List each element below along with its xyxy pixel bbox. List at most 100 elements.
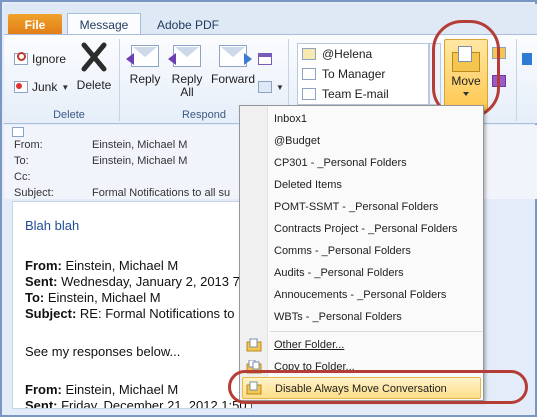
cc-label: Cc: (14, 171, 31, 183)
menu-folder-cp301[interactable]: CP301 - _Personal Folders (274, 152, 407, 174)
quoted-message-2: From: Einstein, Michael M Sent: Friday, … (25, 382, 252, 409)
quick-step-label: Team E-mail (322, 87, 389, 101)
move-label: Move (451, 74, 481, 88)
delete-button[interactable]: Delete (74, 41, 114, 92)
cc-row: Cc: (14, 171, 244, 186)
quoted-from-value: Einstein, Michael M (61, 258, 179, 273)
move-folder-icon (452, 46, 480, 72)
menu-disable-always-move-conversation[interactable]: Disable Always Move Conversation (242, 377, 481, 399)
quick-steps-gallery: @Helena To Manager Team E-mail (297, 43, 429, 105)
chevron-down-icon: ▼ (61, 82, 70, 92)
message-body[interactable]: Blah blah From: Einstein, Michael M Sent… (12, 201, 252, 409)
quick-step-helena[interactable]: @Helena (298, 44, 428, 64)
quick-step-label: To Manager (322, 67, 386, 81)
tab-file[interactable]: File (8, 14, 62, 36)
body-greeting: Blah blah (25, 218, 80, 233)
chevron-down-icon: ▼ (276, 82, 284, 92)
menu-folder-pomt-ssmt[interactable]: POMT-SSMT - _Personal Folders (274, 196, 438, 218)
onenote-icon (492, 75, 506, 87)
delete-group-label: Delete (53, 109, 85, 121)
quoted-subject-label: Subject: (25, 306, 77, 321)
menu-folder-audits[interactable]: Audits - _Personal Folders (274, 262, 404, 284)
forward-label: Forward (210, 72, 255, 86)
reply-all-button[interactable]: Reply All (168, 41, 206, 99)
subject-value: Formal Notifications to all su (92, 187, 231, 199)
to-row: To: Einstein, Michael M (14, 155, 244, 170)
forward-icon (219, 45, 252, 67)
reply-all-label-2: All (180, 85, 194, 99)
ribbon-separator (516, 39, 517, 121)
disable-always-move-label: Disable Always Move Conversation (275, 383, 447, 395)
outlook-message-window: File Message Adobe PDF Ignore Junk ▼ Del… (0, 0, 537, 417)
tags-button[interactable] (522, 49, 532, 69)
quoted-from-value: Einstein, Michael M (61, 382, 179, 397)
quoted-sent-value: Wednesday, January 2, 2013 7 (57, 274, 240, 289)
from-value[interactable]: Einstein, Michael M (92, 139, 187, 151)
forward-arrow-icon (302, 68, 316, 80)
to-label: To: (14, 155, 29, 167)
menu-folder-inbox1[interactable]: Inbox1 (274, 108, 307, 130)
tab-adobe-pdf[interactable]: Adobe PDF (152, 14, 224, 36)
rules-button[interactable] (492, 43, 506, 63)
responses-text: See my responses below... (25, 344, 181, 359)
forward-button[interactable]: Forward (209, 41, 257, 86)
quoted-to-label: To: (25, 290, 45, 305)
reply-label: Reply (129, 72, 161, 86)
junk-icon (14, 81, 28, 93)
from-label: From: (14, 139, 43, 151)
move-button[interactable]: Move (444, 39, 488, 113)
ribbon-tab-strip: File Message Adobe PDF (4, 4, 537, 37)
more-respond-button[interactable]: ▼ (258, 77, 284, 97)
other-folder-icon (246, 338, 262, 352)
menu-copy-to-folder[interactable]: Copy to Folder... (274, 356, 355, 378)
menu-folder-contracts-project[interactable]: Contracts Project - _Personal Folders (274, 218, 457, 240)
quoted-message-1: From: Einstein, Michael M Sent: Wednesda… (25, 258, 240, 322)
quick-step-icon (302, 48, 316, 60)
quick-step-team-email[interactable]: Team E-mail (298, 84, 428, 104)
quoted-subject-value: RE: Formal Notifications to (76, 306, 235, 321)
delete-x-icon (78, 41, 110, 73)
quoted-sent-value: Friday, December 21, 2012 1:50 PM (57, 398, 252, 409)
flag-icon (522, 53, 532, 65)
quoted-from-label: From: (25, 258, 62, 273)
subject-label: Subject: (14, 187, 54, 199)
subject-row: Subject: Formal Notifications to all su (14, 187, 248, 202)
more-respond-icon (258, 81, 272, 93)
move-dropdown-menu: Inbox1 @Budget CP301 - _Personal Folders… (239, 105, 484, 401)
quoted-sent-label: Sent: (25, 274, 58, 289)
menu-folder-annoucements[interactable]: Annoucements - _Personal Folders (274, 284, 446, 306)
junk-button[interactable]: Junk ▼ (14, 77, 69, 97)
always-move-icon (246, 381, 262, 395)
ignore-button[interactable]: Ignore (14, 49, 66, 69)
quick-step-label: @Helena (322, 47, 373, 61)
quick-step-to-manager[interactable]: To Manager (298, 64, 428, 84)
menu-folder-comms[interactable]: Comms - _Personal Folders (274, 240, 411, 262)
chevron-down-icon (463, 92, 469, 96)
menu-folder-deleted-items[interactable]: Deleted Items (274, 174, 342, 196)
copy-to-folder-icon (246, 359, 262, 374)
to-value[interactable]: Einstein, Michael M (92, 155, 187, 167)
meeting-button[interactable] (258, 49, 272, 69)
ignore-icon (14, 52, 28, 65)
reply-all-icon (168, 45, 201, 67)
delete-label: Delete (76, 78, 112, 92)
menu-folder-budget[interactable]: @Budget (274, 130, 320, 152)
ignore-label: Ignore (32, 52, 67, 66)
rules-icon (492, 47, 506, 59)
from-row: From: Einstein, Michael M (14, 139, 244, 154)
email-icon (302, 88, 316, 100)
reply-icon (126, 45, 159, 67)
respond-group-label: Respond (181, 109, 227, 121)
message-options-icon (12, 127, 24, 137)
menu-other-folder[interactable]: Other Folder... (274, 334, 344, 356)
reply-button[interactable]: Reply (126, 41, 164, 86)
quoted-from-label: From: (25, 382, 62, 397)
calendar-icon (258, 53, 272, 65)
ribbon-separator (119, 39, 120, 121)
menu-separator (270, 331, 482, 332)
menu-icon-gutter (240, 106, 268, 400)
junk-label: Junk (32, 80, 58, 94)
quick-steps-scrollbar[interactable] (429, 43, 441, 105)
menu-folder-wbts[interactable]: WBTs - _Personal Folders (274, 306, 402, 328)
onenote-button[interactable] (492, 71, 506, 91)
